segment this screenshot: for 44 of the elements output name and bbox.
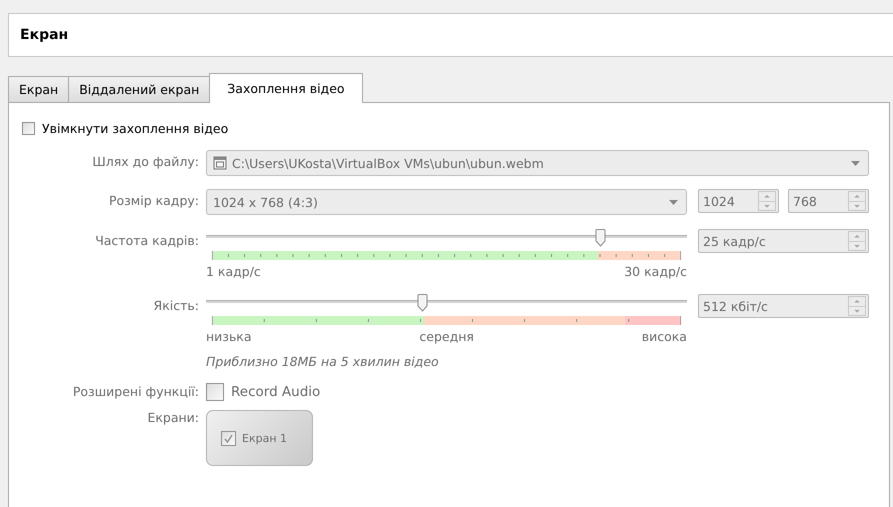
tab[interactable]: Захоплення відео <box>209 73 363 103</box>
frame-size: 1024 x 768 (4:3) <box>213 194 319 210</box>
field-label: Частота кадрів: <box>94 232 200 250</box>
scale-label: висока <box>642 329 687 344</box>
section-header: Екран <box>8 13 893 57</box>
spin-arrows-icon[interactable] <box>848 231 866 251</box>
field-label: Розмір кадру: <box>108 192 200 210</box>
field-label: Екрани: <box>146 410 200 426</box>
slider-thumb[interactable] <box>595 229 606 247</box>
height-spinbox[interactable]: 768 <box>788 189 869 213</box>
checkbox-label[interactable]: Record Audio <box>231 384 320 400</box>
scale-label: 30 кадр/с <box>624 264 687 279</box>
scale-label: середня <box>419 329 474 344</box>
caret-icon <box>851 160 860 166</box>
checkbox[interactable] <box>221 430 236 446</box>
file-path: C:\Users\UKosta\VirtualBox VMs\ubun\ubun.webm <box>232 156 545 170</box>
bitrate-spinbox[interactable]: 512 кбіт/с <box>698 294 869 318</box>
slider-thumb[interactable] <box>417 294 428 312</box>
file-path-dropdown[interactable]: C:\Users\UKosta\VirtualBox VMs\ubun\ubun.webm <box>206 150 869 176</box>
size-estimate: Приблизно 18МБ на 5 хвилин відео <box>206 354 440 369</box>
checkbox-label[interactable]: Увімкнути захоплення відео <box>42 121 228 136</box>
field-label: Якість: <box>152 297 200 315</box>
screen-toggle[interactable]: Екран 1 <box>206 410 313 466</box>
width-spinbox[interactable]: 1024 <box>698 189 779 213</box>
screen-label: Екран 1 <box>242 432 288 444</box>
spin-arrows-icon[interactable] <box>848 296 866 316</box>
frame-rate-spinbox[interactable]: 25 кадр/с <box>698 229 869 253</box>
checkbox[interactable] <box>22 122 35 135</box>
scale-label: 1 кадр/с <box>206 264 261 279</box>
frame-size-dropdown[interactable]: 1024 x 768 (4:3) <box>206 189 687 215</box>
spin-value: 25 кадр/с <box>703 234 767 248</box>
spin-arrows-icon[interactable] <box>848 191 866 211</box>
scale-label: низька <box>206 329 252 344</box>
checkbox[interactable] <box>206 383 224 401</box>
caret-icon <box>669 200 678 204</box>
field-label: Шлях до файлу: <box>91 153 200 171</box>
tab[interactable]: Екран <box>8 76 70 102</box>
spin-value: 1024 <box>703 194 736 208</box>
tab[interactable]: Віддалений екран <box>68 76 210 102</box>
spin-arrows-icon[interactable] <box>758 191 776 211</box>
spin-value: 512 кбіт/с <box>703 298 769 314</box>
field-label: Розширені функції: <box>72 383 200 401</box>
file-icon <box>213 156 227 170</box>
spin-value: 768 <box>793 194 818 208</box>
